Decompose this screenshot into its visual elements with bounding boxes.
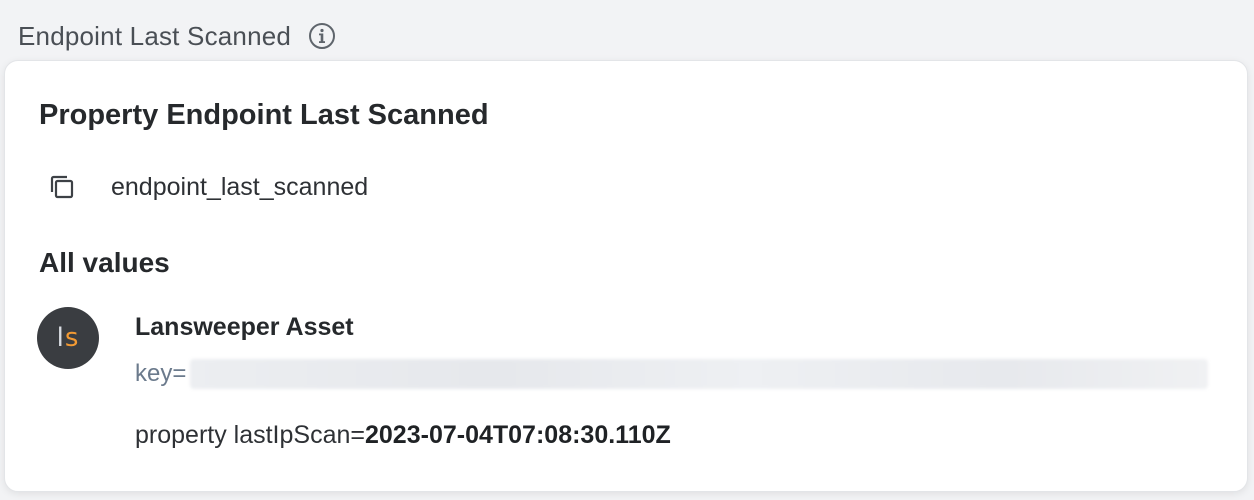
property-value-row: property lastIpScan=2023-07-04T07:08:30.… xyxy=(135,421,671,450)
property-value: 2023-07-04T07:08:30.110Z xyxy=(365,421,671,449)
field-label: Endpoint Last Scanned xyxy=(18,20,292,51)
source-key-row: key= xyxy=(135,357,1209,391)
key-label: key= xyxy=(135,360,187,387)
property-key: endpoint_last_scanned xyxy=(111,172,369,201)
property-value-label: property lastIpScan= xyxy=(135,421,365,449)
lansweeper-logo-avatar: ls xyxy=(37,307,99,369)
field-header: Endpoint Last Scanned xyxy=(18,18,337,54)
popover-title: Property Endpoint Last Scanned xyxy=(39,99,489,131)
source-name: Lansweeper Asset xyxy=(135,313,354,341)
page: Endpoint Last Scanned Property Endpoint … xyxy=(0,0,1254,500)
info-icon[interactable] xyxy=(307,21,337,51)
property-key-row: endpoint_last_scanned xyxy=(45,167,368,207)
copy-icon[interactable] xyxy=(45,170,79,204)
redacted-key-value xyxy=(190,359,1209,389)
property-popover: Property Endpoint Last Scanned endpoint_… xyxy=(4,60,1248,492)
all-values-heading: All values xyxy=(39,247,170,278)
